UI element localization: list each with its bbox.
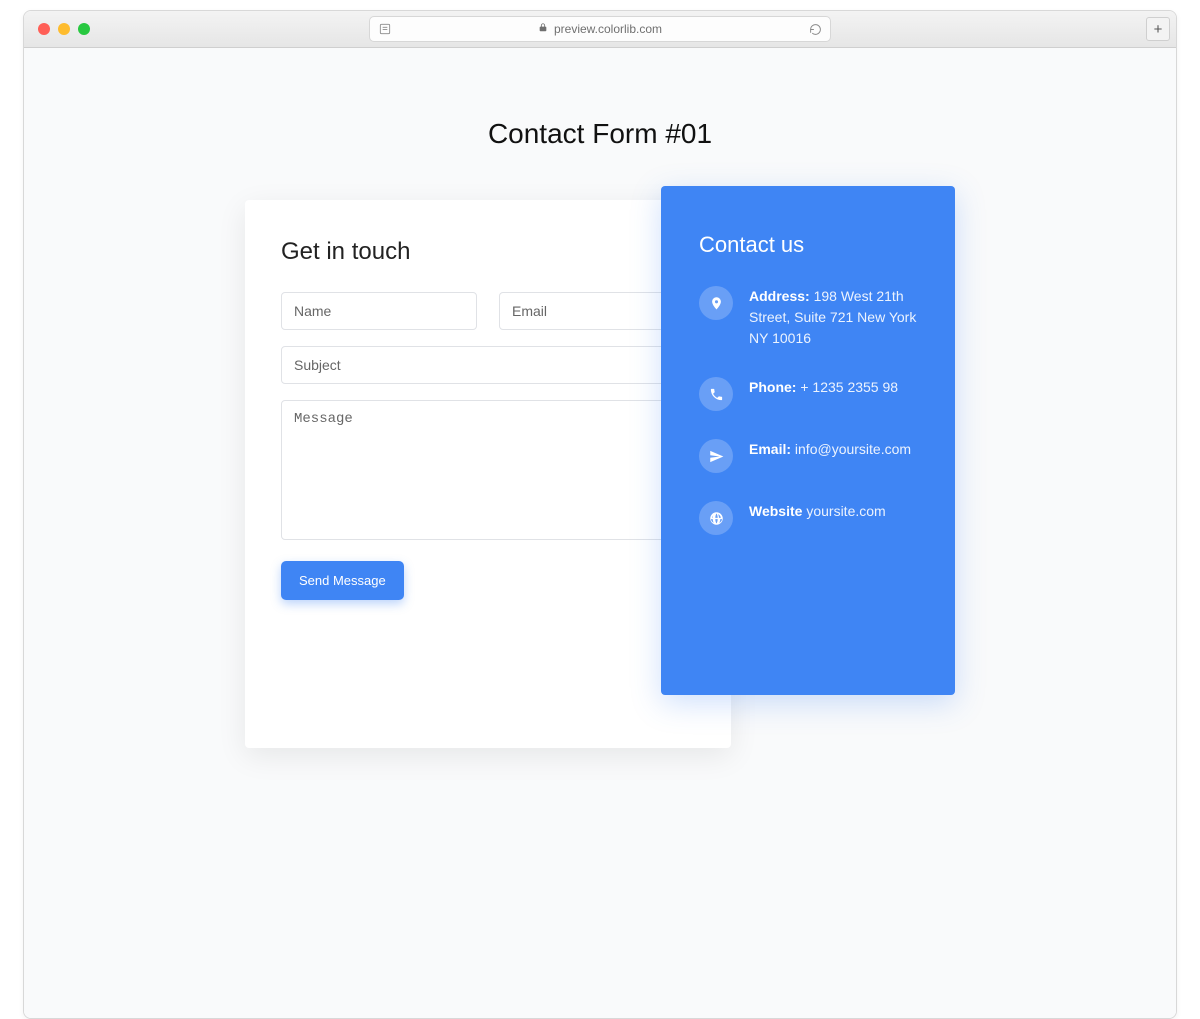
- form-heading: Get in touch: [281, 238, 695, 266]
- contact-address: Address: 198 West 21th Street, Suite 721…: [699, 286, 923, 349]
- minimize-window-button[interactable]: [58, 23, 70, 35]
- browser-window: preview.colorlib.com + Contact Form #01 …: [23, 10, 1177, 1019]
- contact-phone: Phone: + 1235 2355 98: [699, 377, 923, 411]
- contact-email: Email: info@yoursite.com: [699, 439, 923, 473]
- message-textarea[interactable]: [281, 400, 695, 540]
- new-tab-button[interactable]: +: [1146, 17, 1170, 41]
- url-text: preview.colorlib.com: [554, 22, 662, 36]
- send-message-button[interactable]: Send Message: [281, 561, 404, 600]
- contact-email-text: Email: info@yoursite.com: [749, 439, 923, 473]
- website-value: yoursite.com: [806, 503, 885, 519]
- email-label: Email:: [749, 441, 791, 457]
- map-pin-icon: [699, 286, 733, 320]
- name-input[interactable]: [281, 292, 477, 330]
- phone-icon: [699, 377, 733, 411]
- globe-icon: [699, 501, 733, 535]
- address-bar[interactable]: preview.colorlib.com: [369, 16, 831, 42]
- contact-phone-text: Phone: + 1235 2355 98: [749, 377, 923, 411]
- lock-icon: [538, 22, 548, 36]
- subject-input[interactable]: [281, 346, 695, 384]
- contact-website-text: Website yoursite.com: [749, 501, 923, 535]
- page-viewport: Contact Form #01 Get in touch Send Messa…: [24, 48, 1176, 1018]
- reader-icon: [370, 22, 400, 36]
- address-label: Address:: [749, 288, 810, 304]
- website-label: Website: [749, 503, 802, 519]
- form-panel: Get in touch Send Message: [245, 200, 731, 748]
- refresh-icon[interactable]: [800, 23, 830, 36]
- content-wrapper: Get in touch Send Message Contact us: [245, 200, 955, 748]
- url-display: preview.colorlib.com: [400, 22, 800, 36]
- contact-website: Website yoursite.com: [699, 501, 923, 535]
- window-controls: [38, 23, 90, 35]
- contact-heading: Contact us: [699, 232, 923, 258]
- maximize-window-button[interactable]: [78, 23, 90, 35]
- close-window-button[interactable]: [38, 23, 50, 35]
- email-value: info@yoursite.com: [795, 441, 911, 457]
- paper-plane-icon: [699, 439, 733, 473]
- contact-address-text: Address: 198 West 21th Street, Suite 721…: [749, 286, 923, 349]
- phone-label: Phone:: [749, 379, 796, 395]
- phone-value: + 1235 2355 98: [800, 379, 898, 395]
- contact-panel: Contact us Address: 198 West 21th Street…: [661, 186, 955, 695]
- browser-toolbar: preview.colorlib.com +: [24, 11, 1176, 48]
- page-title: Contact Form #01: [24, 118, 1176, 150]
